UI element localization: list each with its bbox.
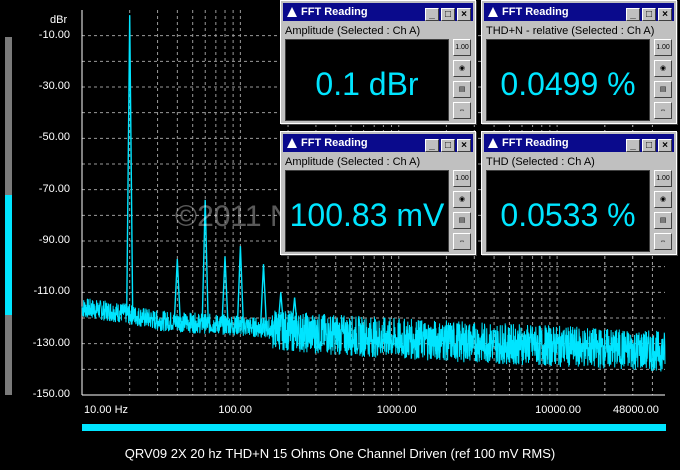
y-tick-label: -70.00: [38, 182, 70, 195]
y-tick-label: -150.00: [32, 388, 70, 400]
meter-icon[interactable]: ◉: [654, 60, 672, 77]
notepad-icon[interactable]: ▤: [453, 212, 471, 229]
app-logo-icon: [287, 7, 297, 17]
window-title: FFT Reading: [502, 137, 569, 149]
reading-value: 0.1 dBr: [315, 66, 419, 102]
reading-display: 0.0533 %: [486, 170, 650, 252]
minimize-button[interactable]: _: [425, 139, 439, 152]
x-tick-label: 1000.00: [376, 404, 417, 416]
reading-value: 100.83 mV: [289, 197, 445, 233]
notepad-icon[interactable]: ▤: [654, 81, 672, 98]
x-tick-label: 100.00: [218, 404, 253, 416]
y-tick-label: -50.00: [38, 131, 70, 144]
minimize-button[interactable]: _: [626, 139, 640, 152]
window-title: FFT Reading: [502, 6, 569, 18]
number-format-icon[interactable]: 1.00: [654, 170, 672, 187]
minimize-button[interactable]: _: [626, 8, 640, 21]
reading-display: 0.0499 %: [486, 39, 650, 121]
x-tick-label: 48000.00: [613, 404, 659, 416]
window-title-bar[interactable]: FFT Reading _ □ ×: [484, 134, 674, 152]
y-tick-label: -130.00: [32, 336, 70, 349]
reading-subtitle: Amplitude (Selected : Ch A): [285, 25, 421, 37]
number-format-icon[interactable]: 1.00: [654, 39, 672, 56]
maximize-button[interactable]: □: [642, 8, 656, 21]
arrows-icon[interactable]: ⇔: [453, 233, 471, 250]
close-button[interactable]: ×: [658, 8, 672, 21]
close-button[interactable]: ×: [457, 139, 471, 152]
app-logo-icon: [287, 138, 297, 148]
fft-reading-window-amplitude-mv[interactable]: FFT Reading _ □ × Amplitude (Selected : Ch…: [280, 131, 476, 255]
number-format-icon[interactable]: 1.00: [453, 39, 471, 56]
reading-value: 0.0533 %: [500, 197, 636, 233]
reading-subtitle: Amplitude (Selected : Ch A): [285, 156, 421, 168]
notepad-icon[interactable]: ▤: [453, 81, 471, 98]
fft-reading-window-amplitude-dbr[interactable]: FFT Reading _ □ × Amplitude (Selected : Ch…: [280, 0, 476, 124]
notepad-icon[interactable]: ▤: [654, 212, 672, 229]
y-tick-label: -110.00: [33, 285, 71, 298]
y-tick-label: -90.00: [38, 234, 70, 246]
reading-value: 0.0499 %: [500, 66, 636, 102]
close-button[interactable]: ×: [457, 8, 471, 21]
app-logo-icon: [488, 138, 498, 148]
horizontal-scrollbar[interactable]: [82, 424, 666, 431]
harmonic-peak: [236, 246, 245, 326]
noise-floor-trace: [81, 298, 666, 372]
window-title-bar[interactable]: FFT Reading _ □ ×: [283, 3, 473, 21]
maximize-button[interactable]: □: [441, 139, 455, 152]
close-button[interactable]: ×: [658, 139, 672, 152]
maximize-button[interactable]: □: [441, 8, 455, 21]
window-title-bar[interactable]: FFT Reading _ □ ×: [484, 3, 674, 21]
meter-icon[interactable]: ◉: [453, 191, 471, 208]
app-logo-icon: [488, 7, 498, 17]
fft-reading-window-thd[interactable]: FFT Reading _ □ × THD (Selected : Ch A) 0.…: [481, 131, 677, 255]
number-format-icon[interactable]: 1.00: [453, 170, 471, 187]
window-title: FFT Reading: [301, 6, 368, 18]
reading-subtitle: THD+N - relative (Selected : Ch A): [486, 25, 655, 37]
window-title: FFT Reading: [301, 137, 368, 149]
reading-subtitle: THD (Selected : Ch A): [486, 156, 595, 168]
arrows-icon[interactable]: ⇔: [654, 102, 672, 119]
y-tick-label: -30.00: [38, 80, 70, 92]
maximize-button[interactable]: □: [642, 139, 656, 152]
arrows-icon[interactable]: ⇔: [453, 102, 471, 119]
x-tick-label: 10000.00: [535, 404, 581, 416]
x-tick-label: 10.00 Hz: [84, 404, 129, 416]
meter-icon[interactable]: ◉: [453, 60, 471, 77]
y-tick-label: -10.00: [38, 28, 70, 41]
reading-display: 0.1 dBr: [285, 39, 449, 121]
plot-caption: QRV09 2X 20 hz THD+N 15 Ohms One Channel…: [124, 446, 556, 461]
meter-icon[interactable]: ◉: [654, 191, 672, 208]
reading-display: 100.83 mV: [285, 170, 449, 252]
window-title-bar[interactable]: FFT Reading _ □ ×: [283, 134, 473, 152]
minimize-button[interactable]: _: [425, 8, 439, 21]
fft-reading-window-thdn[interactable]: FFT Reading _ □ × THD+N - relative (Select…: [481, 0, 677, 124]
arrows-icon[interactable]: ⇔: [654, 233, 672, 250]
